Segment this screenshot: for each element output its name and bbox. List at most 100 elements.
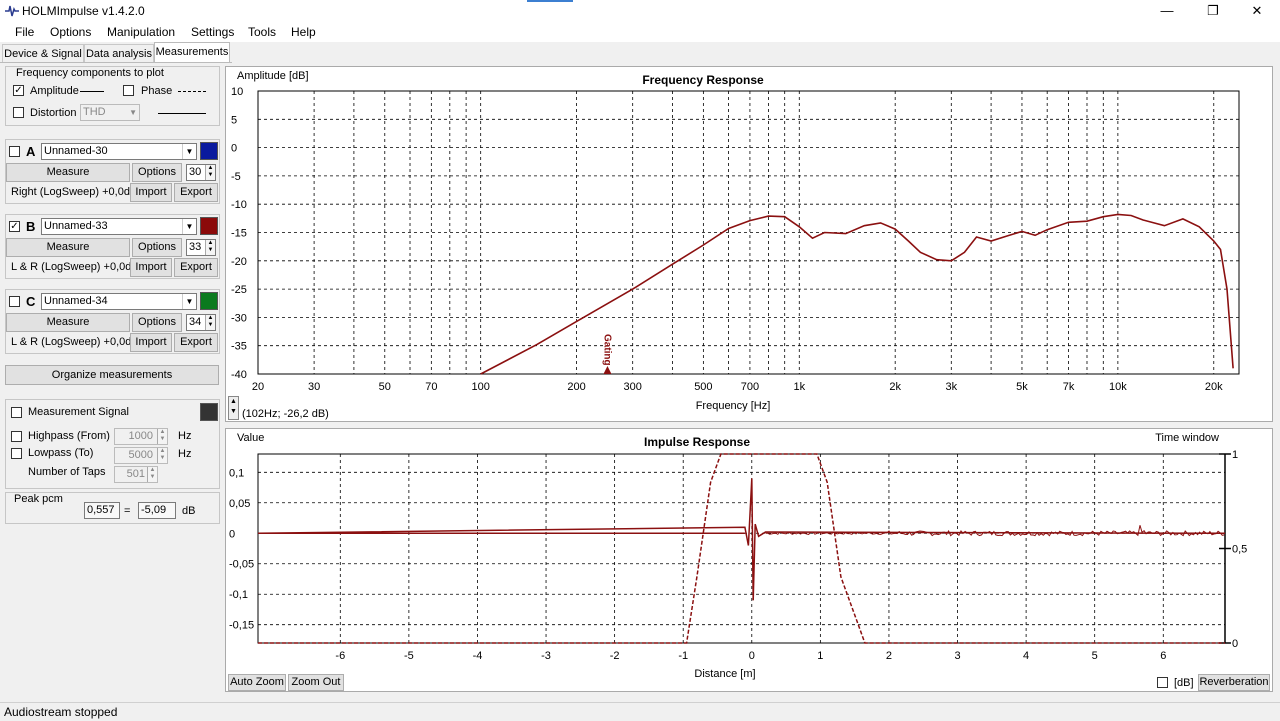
ir-x-tick-label: 2 [886,650,892,662]
ir-x-tick-label: -3 [541,650,551,662]
fr-y-tick-label: -15 [231,228,247,240]
spin-arrows-icon[interactable]: ▲ ▼ [205,315,215,330]
measurement-signal-label: Measurement Signal [28,406,129,418]
impulse-response-chart[interactable]: Value Impulse Response Time window Dista… [225,428,1273,692]
tab-divider [0,62,232,63]
minimize-button[interactable]: — [1144,0,1190,22]
peak-pcm-title: Peak pcm [14,493,63,505]
distortion-line-style [158,113,206,114]
measurement-a-measure-button[interactable]: Measure [6,163,130,182]
measurement-a-import-button[interactable]: Import [130,183,172,202]
ir-x-tick-label: 3 [954,650,960,662]
fr-y-tick-label: -10 [231,199,247,211]
highpass-checkbox[interactable] [11,431,22,442]
fr-y-tick-label: 10 [231,86,243,98]
distortion-select[interactable]: THD ▼ [80,104,140,121]
measurement-a-name-select[interactable]: Unnamed-30 ▼ [41,143,197,160]
frequency-response-chart[interactable]: Amplitude [dB] Frequency Response Freque… [225,66,1273,422]
menu-file[interactable]: File [15,25,34,39]
measurement-signal-color-swatch[interactable] [200,403,218,421]
chevron-down-icon: ▼ [182,294,196,309]
highpass-input[interactable]: 1000 ▲ ▼ [114,428,168,445]
measurement-b-color-swatch[interactable] [200,217,218,235]
amplitude-checkbox[interactable]: ✓ [13,85,24,96]
measurement-signal-checkbox[interactable] [11,407,22,418]
amplitude-label: Amplitude [30,85,79,97]
menu-help[interactable]: Help [291,25,316,39]
fr-x-tick-label: 7k [1063,381,1075,393]
fr-x-tick-label: 20k [1205,381,1223,393]
fr-x-tick-label: 100 [472,381,490,393]
measurement-a-letter: A [26,144,36,159]
maximize-button[interactable]: ❐ [1190,0,1236,22]
measurement-c-options-button[interactable]: Options [132,313,182,332]
status-bar: Audiostream stopped [0,702,1280,721]
fr-x-tick-label: 30 [308,381,320,393]
measurement-a-checkbox[interactable] [9,146,20,157]
group-title: Frequency components to plot [16,67,164,79]
ir-xlabel: Distance [m] [694,668,755,680]
menu-options[interactable]: Options [50,25,91,39]
measurement-a-export-button[interactable]: Export [174,183,218,202]
ir-title: Impulse Response [644,435,750,449]
measurement-c-group: C Unnamed-34 ▼ Measure Options 34 ▲ ▼ L &… [5,289,220,354]
menu-manipulation[interactable]: Manipulation [107,25,175,39]
measurement-c-name-select[interactable]: Unnamed-34 ▼ [41,293,197,310]
measurement-b-number-stepper[interactable]: 33 ▲ ▼ [186,239,216,256]
spin-arrows-icon[interactable]: ▲ ▼ [157,429,167,444]
measurement-c-export-button[interactable]: Export [174,333,218,352]
fr-y-tick-label: 0 [231,143,237,155]
zoom-out-button[interactable]: Zoom Out [288,674,344,691]
spin-arrows-icon[interactable]: ▲ ▼ [147,467,157,482]
menu-tools[interactable]: Tools [248,25,276,39]
equals-sign: = [124,505,131,517]
distortion-checkbox[interactable] [13,107,24,118]
phase-checkbox[interactable] [123,85,134,96]
lowpass-checkbox[interactable] [11,448,22,459]
measurement-b-name-select[interactable]: Unnamed-33 ▼ [41,218,197,235]
lowpass-input[interactable]: 5000 ▲ ▼ [114,447,168,464]
measurement-a-options-button[interactable]: Options [132,163,182,182]
measurement-b-group: ✓ B Unnamed-33 ▼ Measure Options 33 ▲ ▼ L… [5,214,220,279]
menu-bar: File Options Manipulation Settings Tools… [0,22,1280,42]
measurement-a-number-stepper[interactable]: 30 ▲ ▼ [186,164,216,181]
highpass-unit: Hz [178,430,192,442]
measurement-b-checkbox[interactable]: ✓ [9,221,20,232]
db-checkbox[interactable] [1157,677,1168,688]
db-label: [dB] [1174,677,1194,689]
spin-arrows-icon[interactable]: ▲ ▼ [205,165,215,180]
measurement-c-import-button[interactable]: Import [130,333,172,352]
spin-arrows-icon[interactable]: ▲ ▼ [205,240,215,255]
measurement-a-color-swatch[interactable] [200,142,218,160]
spin-arrows-icon[interactable]: ▲ ▼ [157,448,167,463]
ir-y-tick-label: 0,1 [229,467,244,479]
fr-x-tick-label: 70 [425,381,437,393]
measurement-c-measure-button[interactable]: Measure [6,313,130,332]
organize-measurements-button[interactable]: Organize measurements [5,365,219,385]
measurement-b-export-button[interactable]: Export [174,258,218,277]
measurement-c-number-stepper[interactable]: 34 ▲ ▼ [186,314,216,331]
cursor-updown-icon[interactable]: ▲ ▼ [228,396,239,420]
chevron-down-icon: ▼ [182,219,196,234]
taps-label: Number of Taps [28,466,106,478]
measurement-c-checkbox[interactable] [9,296,20,307]
tab-measurements[interactable]: Measurements [154,42,230,63]
auto-zoom-button[interactable]: Auto Zoom [228,674,286,691]
measurement-b-import-button[interactable]: Import [130,258,172,277]
reverberation-button[interactable]: Reverberation [1198,674,1270,691]
fr-plot-area [257,90,1240,375]
taps-input[interactable]: 501 ▲ ▼ [114,466,158,483]
ir-plot-area [257,453,1226,644]
fr-y-tick-label: -5 [231,171,241,183]
tab-data-analysis[interactable]: Data analysis [84,44,154,63]
measurement-b-measure-button[interactable]: Measure [6,238,130,257]
measurement-c-color-swatch[interactable] [200,292,218,310]
fr-x-tick-label: 2k [889,381,901,393]
fr-y-tick-label: -25 [231,284,247,296]
close-button[interactable]: ✕ [1234,0,1280,22]
menu-settings[interactable]: Settings [191,25,234,39]
tab-device-signal[interactable]: Device & Signal [2,44,84,63]
measurement-b-options-button[interactable]: Options [132,238,182,257]
peak-db-value: -5,09 [138,502,176,519]
ir-x-tick-label: -5 [404,650,414,662]
